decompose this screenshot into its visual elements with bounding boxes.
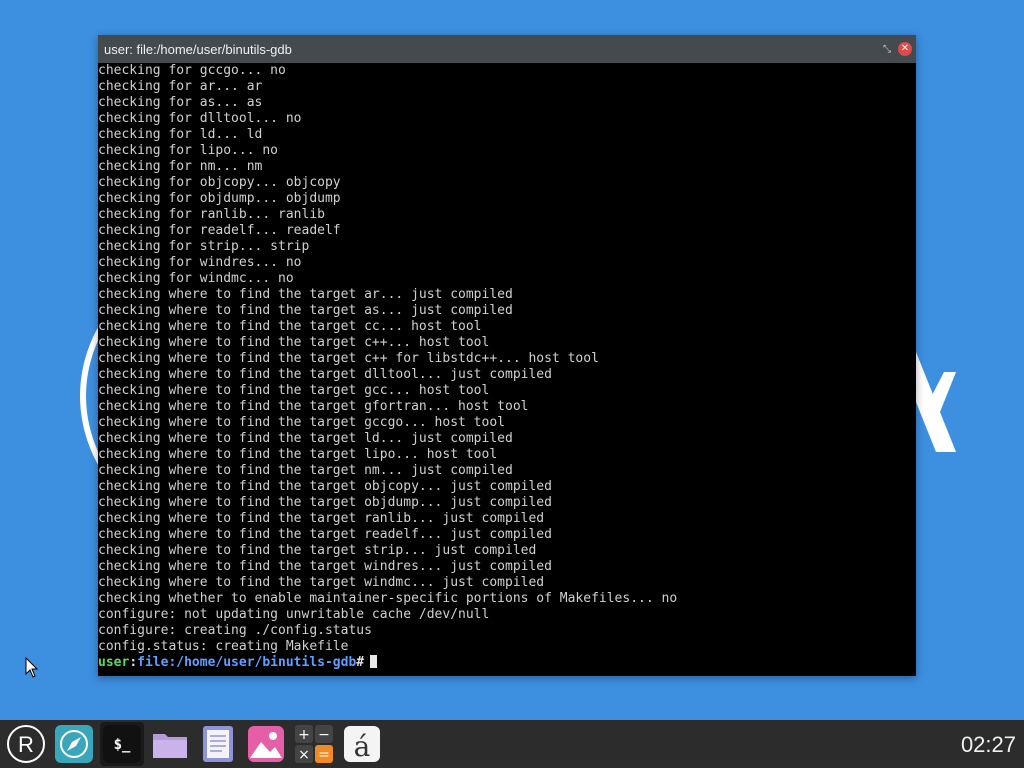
character-map-glyph: á (354, 730, 371, 763)
terminal-line: configure: creating ./config.status (98, 623, 372, 638)
text-editor-icon (203, 726, 233, 762)
svg-text:−: − (318, 727, 330, 743)
prompt-path: file:/home/user/binutils-gdb (137, 655, 357, 670)
browser-button[interactable] (52, 722, 96, 766)
start-menu-button[interactable]: R (4, 722, 48, 766)
svg-text:+: + (298, 727, 310, 743)
prompt-user: user (98, 655, 130, 670)
terminal-prompt[interactable]: user:file:/home/user/binutils-gdb# (98, 655, 916, 671)
terminal-line: checking for ranlib... ranlib (98, 207, 325, 222)
terminal-line: checking where to find the target gcc...… (98, 383, 490, 398)
terminal-line: checking where to find the target ar... … (98, 287, 513, 302)
terminal-line: checking whether to enable maintainer-sp… (98, 591, 678, 606)
terminal-line: checking for objdump... objdump (98, 191, 341, 206)
terminal-icon: $_ (103, 725, 141, 763)
window-titlebar[interactable]: user: file:/home/user/binutils-gdb ⤡ ✕ (98, 35, 916, 63)
terminal-line: checking where to find the target strip.… (98, 543, 537, 558)
terminal-line: checking where to find the target ranlib… (98, 511, 545, 526)
calculator-icon: + − × = (295, 725, 333, 763)
window-title: user: file:/home/user/binutils-gdb (104, 41, 292, 57)
start-menu-icon: R (7, 725, 45, 763)
terminal-line: checking where to find the target c++ fo… (98, 351, 599, 366)
calculator-button[interactable]: + − × = (292, 722, 336, 766)
terminal-line: configure: not updating unwritable cache… (98, 607, 490, 622)
restore-icon[interactable]: ⤡ (880, 42, 894, 56)
terminal-line: checking where to find the target windmc… (98, 575, 545, 590)
taskbar-clock[interactable]: 02:27 (961, 732, 1016, 758)
terminal-line: checking where to find the target dlltoo… (98, 367, 552, 382)
file-manager-button[interactable] (148, 722, 192, 766)
character-map-icon: á (344, 726, 380, 763)
terminal-line: checking for windres... no (98, 255, 302, 270)
terminal-line: checking where to find the target readel… (98, 527, 552, 542)
terminal-line: checking for ar... ar (98, 79, 263, 94)
character-map-button[interactable]: á (340, 722, 384, 766)
terminal-line: config.status: creating Makefile (98, 639, 349, 654)
image-viewer-icon (248, 726, 284, 762)
start-menu-glyph: R (18, 732, 34, 757)
terminal-line: checking where to find the target gfortr… (98, 399, 529, 414)
terminal-line: checking for ld... ld (98, 127, 263, 142)
taskbar: R $_ + − × = á 02:27 (0, 720, 1024, 768)
mouse-pointer-icon (25, 657, 39, 678)
browser-icon (55, 725, 93, 763)
terminal-window[interactable]: user: file:/home/user/binutils-gdb ⤡ ✕ c… (98, 35, 916, 676)
terminal-line: checking where to find the target c++...… (98, 335, 490, 350)
terminal-line: checking where to find the target objcop… (98, 479, 552, 494)
terminal-line: checking for objcopy... objcopy (98, 175, 341, 190)
terminal-line: checking where to find the target windre… (98, 559, 552, 574)
terminal-output[interactable]: checking for gccgo... no checking for ar.… (98, 63, 916, 676)
terminal-line: checking where to find the target as... … (98, 303, 513, 318)
terminal-line: checking for lipo... no (98, 143, 279, 158)
terminal-line: checking where to find the target lipo..… (98, 447, 498, 462)
terminal-line: checking for nm... nm (98, 159, 263, 174)
terminal-line: checking where to find the target nm... … (98, 463, 513, 478)
text-editor-button[interactable] (196, 722, 240, 766)
prompt-separator: : (129, 655, 138, 670)
svg-text:×: × (298, 747, 310, 763)
terminal-line: checking for dlltool... no (98, 111, 302, 126)
image-viewer-button[interactable] (244, 722, 288, 766)
prompt-symbol: # (356, 655, 365, 670)
terminal-line: checking for strip... strip (98, 239, 310, 254)
terminal-button[interactable]: $_ (100, 722, 144, 766)
terminal-icon-glyph: $_ (114, 737, 131, 753)
terminal-line: checking where to find the target objdum… (98, 495, 552, 510)
terminal-line: checking for gccgo... no (98, 63, 286, 78)
terminal-line: checking for windmc... no (98, 271, 294, 286)
svg-text:=: = (318, 747, 330, 763)
text-cursor (370, 655, 378, 668)
terminal-line: checking where to find the target cc... … (98, 319, 482, 334)
terminal-line: checking where to find the target ld... … (98, 431, 513, 446)
terminal-line: checking for readelf... readelf (98, 223, 341, 238)
file-manager-icon (153, 734, 187, 758)
terminal-line: checking where to find the target gccgo.… (98, 415, 505, 430)
close-icon[interactable]: ✕ (898, 42, 912, 56)
terminal-line: checking for as... as (98, 95, 263, 110)
